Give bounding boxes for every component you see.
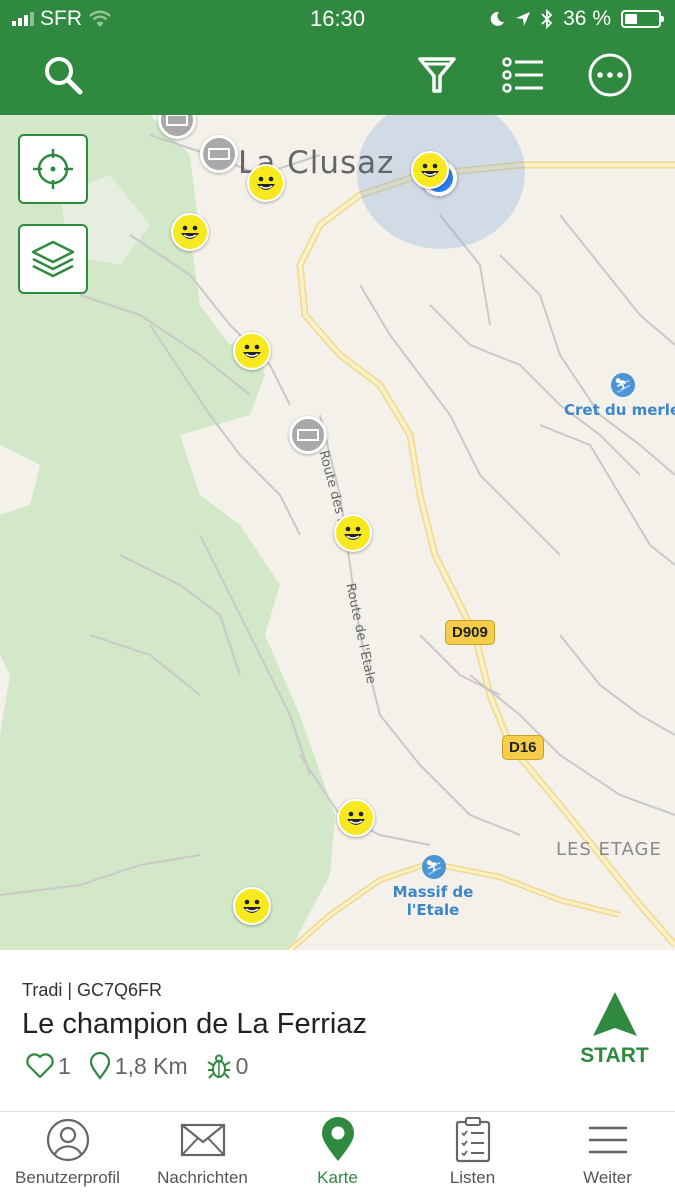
start-label: START	[580, 1044, 649, 1067]
cache-marker[interactable]	[233, 887, 271, 925]
favorites-stat: 1	[26, 1053, 71, 1080]
layers-icon	[31, 240, 75, 278]
battery-percent: 36 %	[563, 7, 611, 30]
cache-marker[interactable]	[233, 332, 271, 370]
cache-marker[interactable]	[247, 164, 285, 202]
parking-icon	[297, 429, 319, 441]
menu-icon	[588, 1126, 627, 1154]
tab-more[interactable]: Weiter	[540, 1112, 675, 1201]
bluetooth-icon	[541, 9, 553, 29]
map-pin-icon	[321, 1117, 354, 1161]
cache-name[interactable]: Le champion de La Ferriaz	[22, 1008, 367, 1041]
parking-pin[interactable]	[289, 416, 327, 454]
battery-icon	[621, 10, 664, 28]
status-bar: SFR 16:30 36 %	[0, 0, 675, 38]
location-arrow-icon	[516, 12, 531, 26]
smiley-icon	[243, 344, 261, 358]
list-button[interactable]	[498, 50, 548, 100]
bug-icon	[207, 1054, 231, 1079]
ski-icon: ⛷	[611, 373, 635, 397]
map-view[interactable]: La Clusaz Cret du merle ⛷ LES ETAGE ⛷ Ma…	[0, 115, 675, 950]
bugs-stat: 0	[206, 1052, 249, 1080]
place-label-les-etages: LES ETAGE	[556, 839, 662, 860]
tab-bar: Benutzerprofil Nachrichten Karte Listen …	[0, 1111, 675, 1201]
navigation-arrow-icon	[592, 992, 637, 1036]
bugs-count: 0	[235, 1052, 249, 1079]
ski-icon: ⛷	[422, 855, 446, 879]
cache-stats: 1 1,8 Km 0	[26, 1052, 258, 1080]
smiley-icon	[243, 899, 261, 913]
cache-detail-panel[interactable]: Tradi | GC7Q6FR Le champion de La Ferria…	[0, 950, 675, 1110]
tab-label: Benutzerprofil	[15, 1168, 120, 1187]
tab-map[interactable]: Karte	[270, 1112, 405, 1201]
tab-label: Nachrichten	[157, 1168, 248, 1187]
place-label-massif: Massif de l'Etale	[378, 883, 488, 919]
road-badge-d909: D909	[445, 620, 495, 645]
smiley-icon	[347, 811, 365, 825]
massif-line-2: l'Etale	[406, 901, 460, 919]
moon-icon	[490, 11, 505, 26]
smiley-icon	[344, 526, 362, 540]
heart-icon	[26, 1053, 54, 1079]
tab-label: Listen	[449, 1168, 496, 1187]
start-navigation-button[interactable]: START	[572, 990, 657, 1090]
tab-label: Karte	[317, 1168, 358, 1187]
parking-icon	[166, 115, 188, 126]
battery-fill	[625, 14, 637, 24]
tab-lists[interactable]: Listen	[405, 1112, 540, 1201]
status-right: 36 %	[489, 7, 664, 31]
place-label-cret: Cret du merle	[564, 401, 675, 419]
checklist-icon	[455, 1117, 490, 1163]
location-pin-icon	[89, 1052, 110, 1080]
search-icon	[45, 57, 83, 95]
smiley-icon	[421, 163, 439, 177]
map-layers-button[interactable]	[18, 224, 88, 294]
search-button[interactable]	[38, 50, 88, 100]
smiley-icon	[181, 225, 199, 239]
profile-icon	[46, 1118, 89, 1162]
massif-line-1: Massif de	[392, 883, 474, 901]
locate-me-button[interactable]	[18, 134, 88, 204]
more-button[interactable]	[585, 50, 635, 100]
app-header: SFR 16:30 36 %	[0, 0, 675, 115]
mail-icon	[180, 1123, 225, 1157]
distance-value: 1,8 Km	[114, 1052, 188, 1079]
tab-messages[interactable]: Nachrichten	[135, 1112, 270, 1201]
cache-type-code: Tradi | GC7Q6FR	[22, 980, 163, 1000]
cache-marker[interactable]	[171, 213, 209, 251]
road-badge-d16: D16	[502, 735, 544, 760]
filter-button[interactable]	[412, 50, 462, 100]
cache-marker[interactable]	[334, 514, 372, 552]
crosshair-icon	[33, 149, 73, 189]
parking-pin[interactable]	[200, 135, 238, 173]
tab-label: Weiter	[583, 1168, 632, 1187]
cache-marker[interactable]	[337, 799, 375, 837]
cache-marker[interactable]	[411, 151, 449, 189]
smiley-icon	[257, 176, 275, 190]
favorites-count: 1	[58, 1052, 71, 1079]
parking-icon	[208, 148, 230, 160]
list-icon	[502, 57, 543, 93]
distance-stat: 1,8 Km	[89, 1052, 188, 1080]
tab-profile[interactable]: Benutzerprofil	[0, 1112, 135, 1201]
more-icon	[588, 53, 632, 97]
filter-icon	[418, 57, 456, 93]
